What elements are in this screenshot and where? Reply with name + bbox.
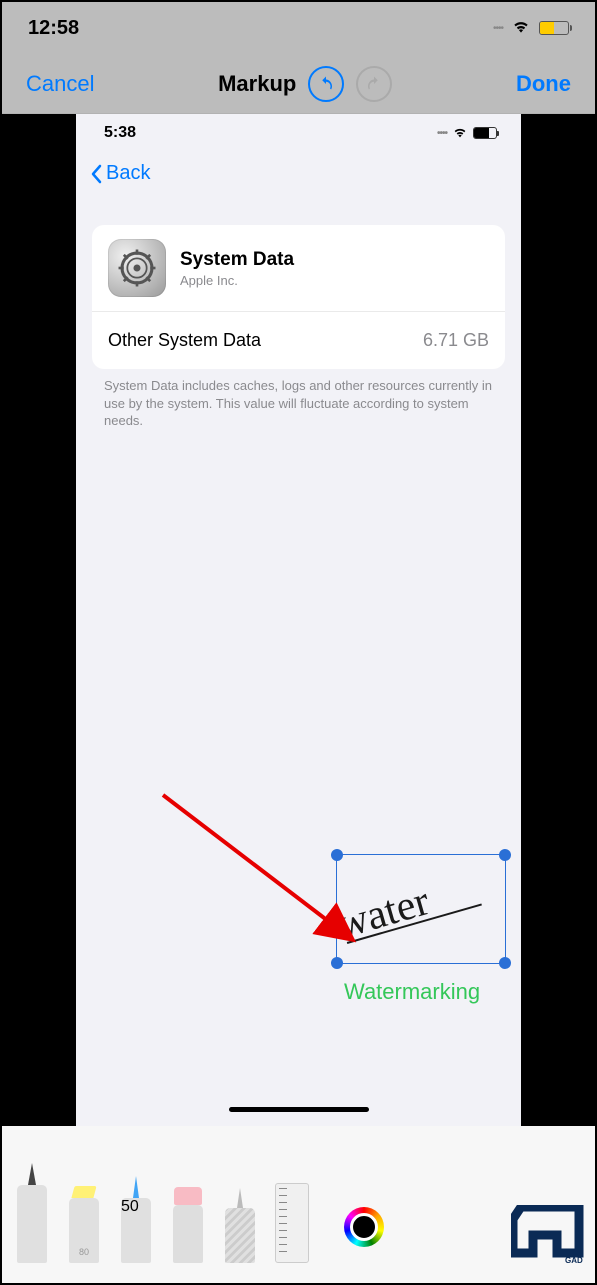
inner-cellular-dots-icon: •••• (437, 128, 447, 139)
inner-back-label: Back (106, 162, 150, 185)
storage-label: Other System Data (108, 330, 261, 351)
eraser-tool[interactable] (168, 1187, 208, 1263)
card-description: System Data includes caches, logs and ot… (104, 377, 493, 430)
device-status-bar: 12:58 •••• (2, 2, 595, 54)
inner-time: 5:38 (104, 124, 136, 142)
pen-tool[interactable] (12, 1163, 52, 1263)
highlighter-tool[interactable]: 80 (64, 1186, 104, 1263)
inner-back-button: Back (76, 152, 521, 193)
home-indicator (229, 1107, 369, 1112)
edited-screenshot[interactable]: 5:38 •••• Back (76, 114, 521, 1126)
ruler-tool[interactable] (272, 1183, 312, 1263)
redo-button[interactable] (356, 66, 392, 102)
chevron-left-icon (90, 164, 102, 184)
markup-toolbar: 80 50 GAD (2, 1126, 595, 1283)
settings-gear-icon (108, 239, 166, 297)
battery-icon (539, 21, 569, 35)
card-title: System Data (180, 249, 294, 271)
wifi-icon (511, 18, 531, 39)
markup-canvas-frame: 5:38 •••• Back (2, 114, 595, 1126)
signature-text[interactable]: water (332, 877, 435, 949)
annotation-text[interactable]: Watermarking (344, 979, 480, 1005)
cellular-dots-icon: •••• (493, 23, 503, 34)
done-button[interactable]: Done (516, 71, 571, 97)
resize-handle-br[interactable] (499, 957, 511, 969)
undo-button[interactable] (308, 66, 344, 102)
markup-nav-bar: Cancel Markup Done (2, 54, 595, 114)
source-watermark: GAD (511, 1205, 589, 1265)
storage-value: 6.71 GB (423, 330, 489, 351)
card-subtitle: Apple Inc. (180, 273, 294, 288)
device-status-icons: •••• (493, 18, 569, 39)
resize-handle-tr[interactable] (499, 849, 511, 861)
device-time: 12:58 (28, 17, 79, 40)
svg-text:GAD: GAD (565, 1256, 583, 1265)
highlighter-size: 80 (69, 1247, 99, 1257)
inner-status-bar: 5:38 •••• (76, 114, 521, 152)
color-picker-button[interactable] (344, 1207, 384, 1247)
storage-row: Other System Data 6.71 GB (92, 312, 505, 369)
pencil-size: 50 (121, 1198, 151, 1216)
pencil-tool[interactable]: 50 (116, 1176, 156, 1263)
inner-wifi-icon (452, 126, 468, 141)
page-title: Markup (218, 71, 296, 97)
inner-battery-icon (473, 127, 497, 139)
lasso-tool[interactable] (220, 1188, 260, 1263)
resize-handle-bl[interactable] (331, 957, 343, 969)
signature-selection[interactable]: water (336, 854, 506, 964)
resize-handle-tl[interactable] (331, 849, 343, 861)
system-data-card: System Data Apple Inc. Other System Data… (92, 225, 505, 369)
cancel-button[interactable]: Cancel (26, 71, 94, 97)
